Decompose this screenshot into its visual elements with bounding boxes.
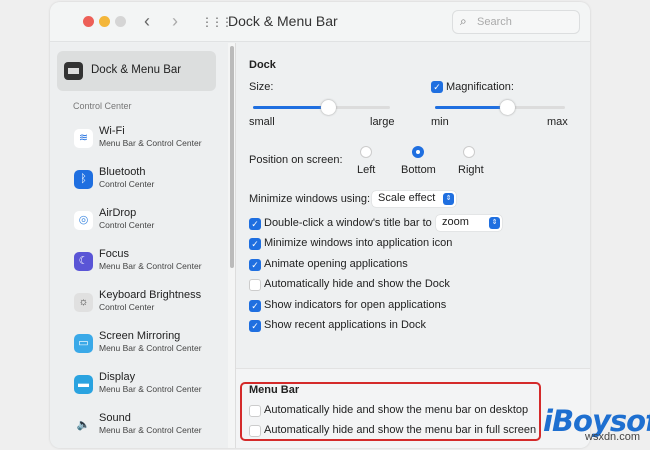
search-input[interactable]: ⌕ Search bbox=[452, 10, 580, 34]
mag-max-label: max bbox=[547, 116, 568, 128]
sidebar-item-display[interactable]: ▬ Display Menu Bar & Control Center bbox=[74, 371, 224, 407]
option-label: Double-click a window's title bar to bbox=[264, 217, 432, 229]
option-checkbox[interactable]: ✓ bbox=[249, 238, 261, 251]
moon-icon: ☾ bbox=[74, 252, 93, 271]
minimize-effect-value: Scale effect bbox=[378, 192, 436, 204]
sidebar-item-screen-mirroring[interactable]: ▭ Screen Mirroring Menu Bar & Control Cent… bbox=[74, 330, 224, 366]
position-bottom-label: Bottom bbox=[401, 164, 436, 176]
dock-icon bbox=[64, 62, 83, 80]
option-label: Minimize windows into application icon bbox=[264, 237, 453, 250]
option-checkbox[interactable]: ✓ bbox=[249, 299, 261, 312]
airdrop-icon: ◎ bbox=[74, 211, 93, 230]
magnification-checkbox[interactable]: ✓ bbox=[431, 81, 443, 93]
popup-arrows-icon: ⇕ bbox=[443, 193, 454, 205]
sidebar-item-bluetooth[interactable]: ᛒ Bluetooth Control Center bbox=[74, 166, 224, 202]
site-watermark: wsxdn.com bbox=[585, 431, 641, 443]
size-slider-fill bbox=[253, 106, 329, 109]
option-checkbox[interactable]: ✓ bbox=[249, 258, 261, 271]
magnification-slider[interactable] bbox=[435, 100, 565, 115]
screen-mirroring-icon: ▭ bbox=[74, 334, 93, 353]
sidebar-item-label: Bluetooth bbox=[99, 166, 146, 178]
option-label: Automatically hide and show the Dock bbox=[264, 278, 450, 291]
zoom-button[interactable] bbox=[115, 16, 126, 27]
position-bottom-radio[interactable] bbox=[412, 146, 424, 158]
popup-arrows-icon: ⇕ bbox=[489, 217, 500, 229]
size-max-label: large bbox=[370, 116, 395, 128]
sidebar-item-focus[interactable]: ☾ Focus Menu Bar & Control Center bbox=[74, 248, 224, 284]
bluetooth-icon: ᛒ bbox=[74, 170, 93, 189]
sidebar-item-label: Wi-Fi bbox=[99, 125, 125, 137]
size-slider-knob[interactable] bbox=[321, 100, 337, 115]
keyboard-brightness-icon: ☼ bbox=[74, 293, 93, 312]
option-checkbox[interactable]: ✓ bbox=[249, 320, 261, 332]
sidebar-item-label: Keyboard Brightness bbox=[99, 289, 202, 301]
search-icon: ⌕ bbox=[460, 14, 467, 28]
dock-heading: Dock bbox=[249, 59, 276, 71]
sidebar-item-label: AirDrop bbox=[99, 207, 137, 219]
close-button[interactable] bbox=[83, 16, 94, 27]
minimize-label: Minimize windows using: bbox=[249, 193, 371, 205]
sidebar-scrollbar[interactable] bbox=[228, 43, 236, 448]
option-checkbox[interactable]: ✓ bbox=[249, 218, 261, 230]
sidebar-item-sublabel: Control Center bbox=[99, 302, 155, 312]
sidebar-item-keyboard-brightness[interactable]: ☼ Keyboard Brightness Control Center bbox=[74, 289, 224, 325]
position-right-label: Right bbox=[458, 164, 484, 176]
window-title: Dock & Menu Bar bbox=[228, 13, 338, 29]
sidebar-item-sound[interactable]: 🔈 Sound Menu Bar & Control Center bbox=[74, 412, 224, 448]
sidebar-item-label: Sound bbox=[99, 412, 131, 424]
mag-min-label: min bbox=[431, 116, 449, 128]
sidebar-item-label: Display bbox=[99, 371, 136, 383]
wifi-icon: ≋ bbox=[74, 129, 93, 148]
sidebar: Dock & Menu Bar Control Center ≋ Wi-Fi Men… bbox=[50, 43, 228, 448]
highlight-box bbox=[240, 382, 541, 441]
sidebar-item-sublabel: Control Center bbox=[99, 220, 155, 230]
search-placeholder: Search bbox=[477, 16, 512, 28]
double-click-action-select[interactable]: zoom ⇕ bbox=[436, 215, 502, 231]
option-label: Animate opening applications bbox=[264, 257, 408, 270]
option-label: Show indicators for open applications bbox=[264, 298, 447, 311]
show-all-grid-icon[interactable]: ⋮⋮⋮ bbox=[201, 15, 233, 29]
sidebar-item-sublabel: Menu Bar & Control Center bbox=[99, 425, 202, 435]
position-label: Position on screen: bbox=[249, 154, 343, 166]
minimize-button[interactable] bbox=[99, 16, 110, 27]
forward-button[interactable]: › bbox=[172, 11, 178, 32]
magnification-slider-knob[interactable] bbox=[499, 100, 515, 115]
size-slider[interactable] bbox=[253, 100, 390, 115]
speaker-icon: 🔈 bbox=[76, 419, 91, 431]
minimize-effect-select[interactable]: Scale effect ⇕ bbox=[372, 191, 456, 207]
option-label: Show recent applications in Dock bbox=[264, 319, 427, 331]
sidebar-item-label: Focus bbox=[99, 248, 129, 260]
size-min-label: small bbox=[249, 116, 275, 128]
title-bar: ‹ › ⋮⋮⋮ Dock & Menu Bar ⌕ Search bbox=[50, 2, 590, 42]
display-icon: ▬ bbox=[74, 375, 93, 394]
option-checkbox[interactable] bbox=[249, 279, 261, 292]
sidebar-item-sublabel: Menu Bar & Control Center bbox=[99, 384, 202, 394]
position-right-radio[interactable] bbox=[463, 146, 475, 158]
size-label: Size: bbox=[249, 81, 274, 93]
sidebar-item-sublabel: Menu Bar & Control Center bbox=[99, 261, 202, 271]
sidebar-item-wi-fi[interactable]: ≋ Wi-Fi Menu Bar & Control Center bbox=[74, 125, 224, 161]
position-left-label: Left bbox=[357, 164, 376, 176]
magnification-label: Magnification: bbox=[446, 81, 514, 93]
section-label: Control Center bbox=[73, 101, 132, 111]
sidebar-item-sublabel: Menu Bar & Control Center bbox=[99, 343, 202, 353]
back-button[interactable]: ‹ bbox=[144, 11, 150, 32]
sidebar-item-label: Screen Mirroring bbox=[99, 330, 181, 342]
scrollbar-thumb[interactable] bbox=[230, 46, 234, 268]
sidebar-item-airdrop[interactable]: ◎ AirDrop Control Center bbox=[74, 207, 224, 243]
sidebar-item-sublabel: Control Center bbox=[99, 179, 155, 189]
sidebar-item-label: Dock & Menu Bar bbox=[91, 64, 182, 76]
sidebar-item-sublabel: Menu Bar & Control Center bbox=[99, 138, 202, 148]
double-click-action-value: zoom bbox=[442, 216, 469, 228]
position-left-radio[interactable] bbox=[360, 146, 372, 158]
magnification-slider-fill bbox=[435, 106, 507, 109]
sidebar-item-dock-menu-bar[interactable]: Dock & Menu Bar bbox=[57, 51, 216, 91]
